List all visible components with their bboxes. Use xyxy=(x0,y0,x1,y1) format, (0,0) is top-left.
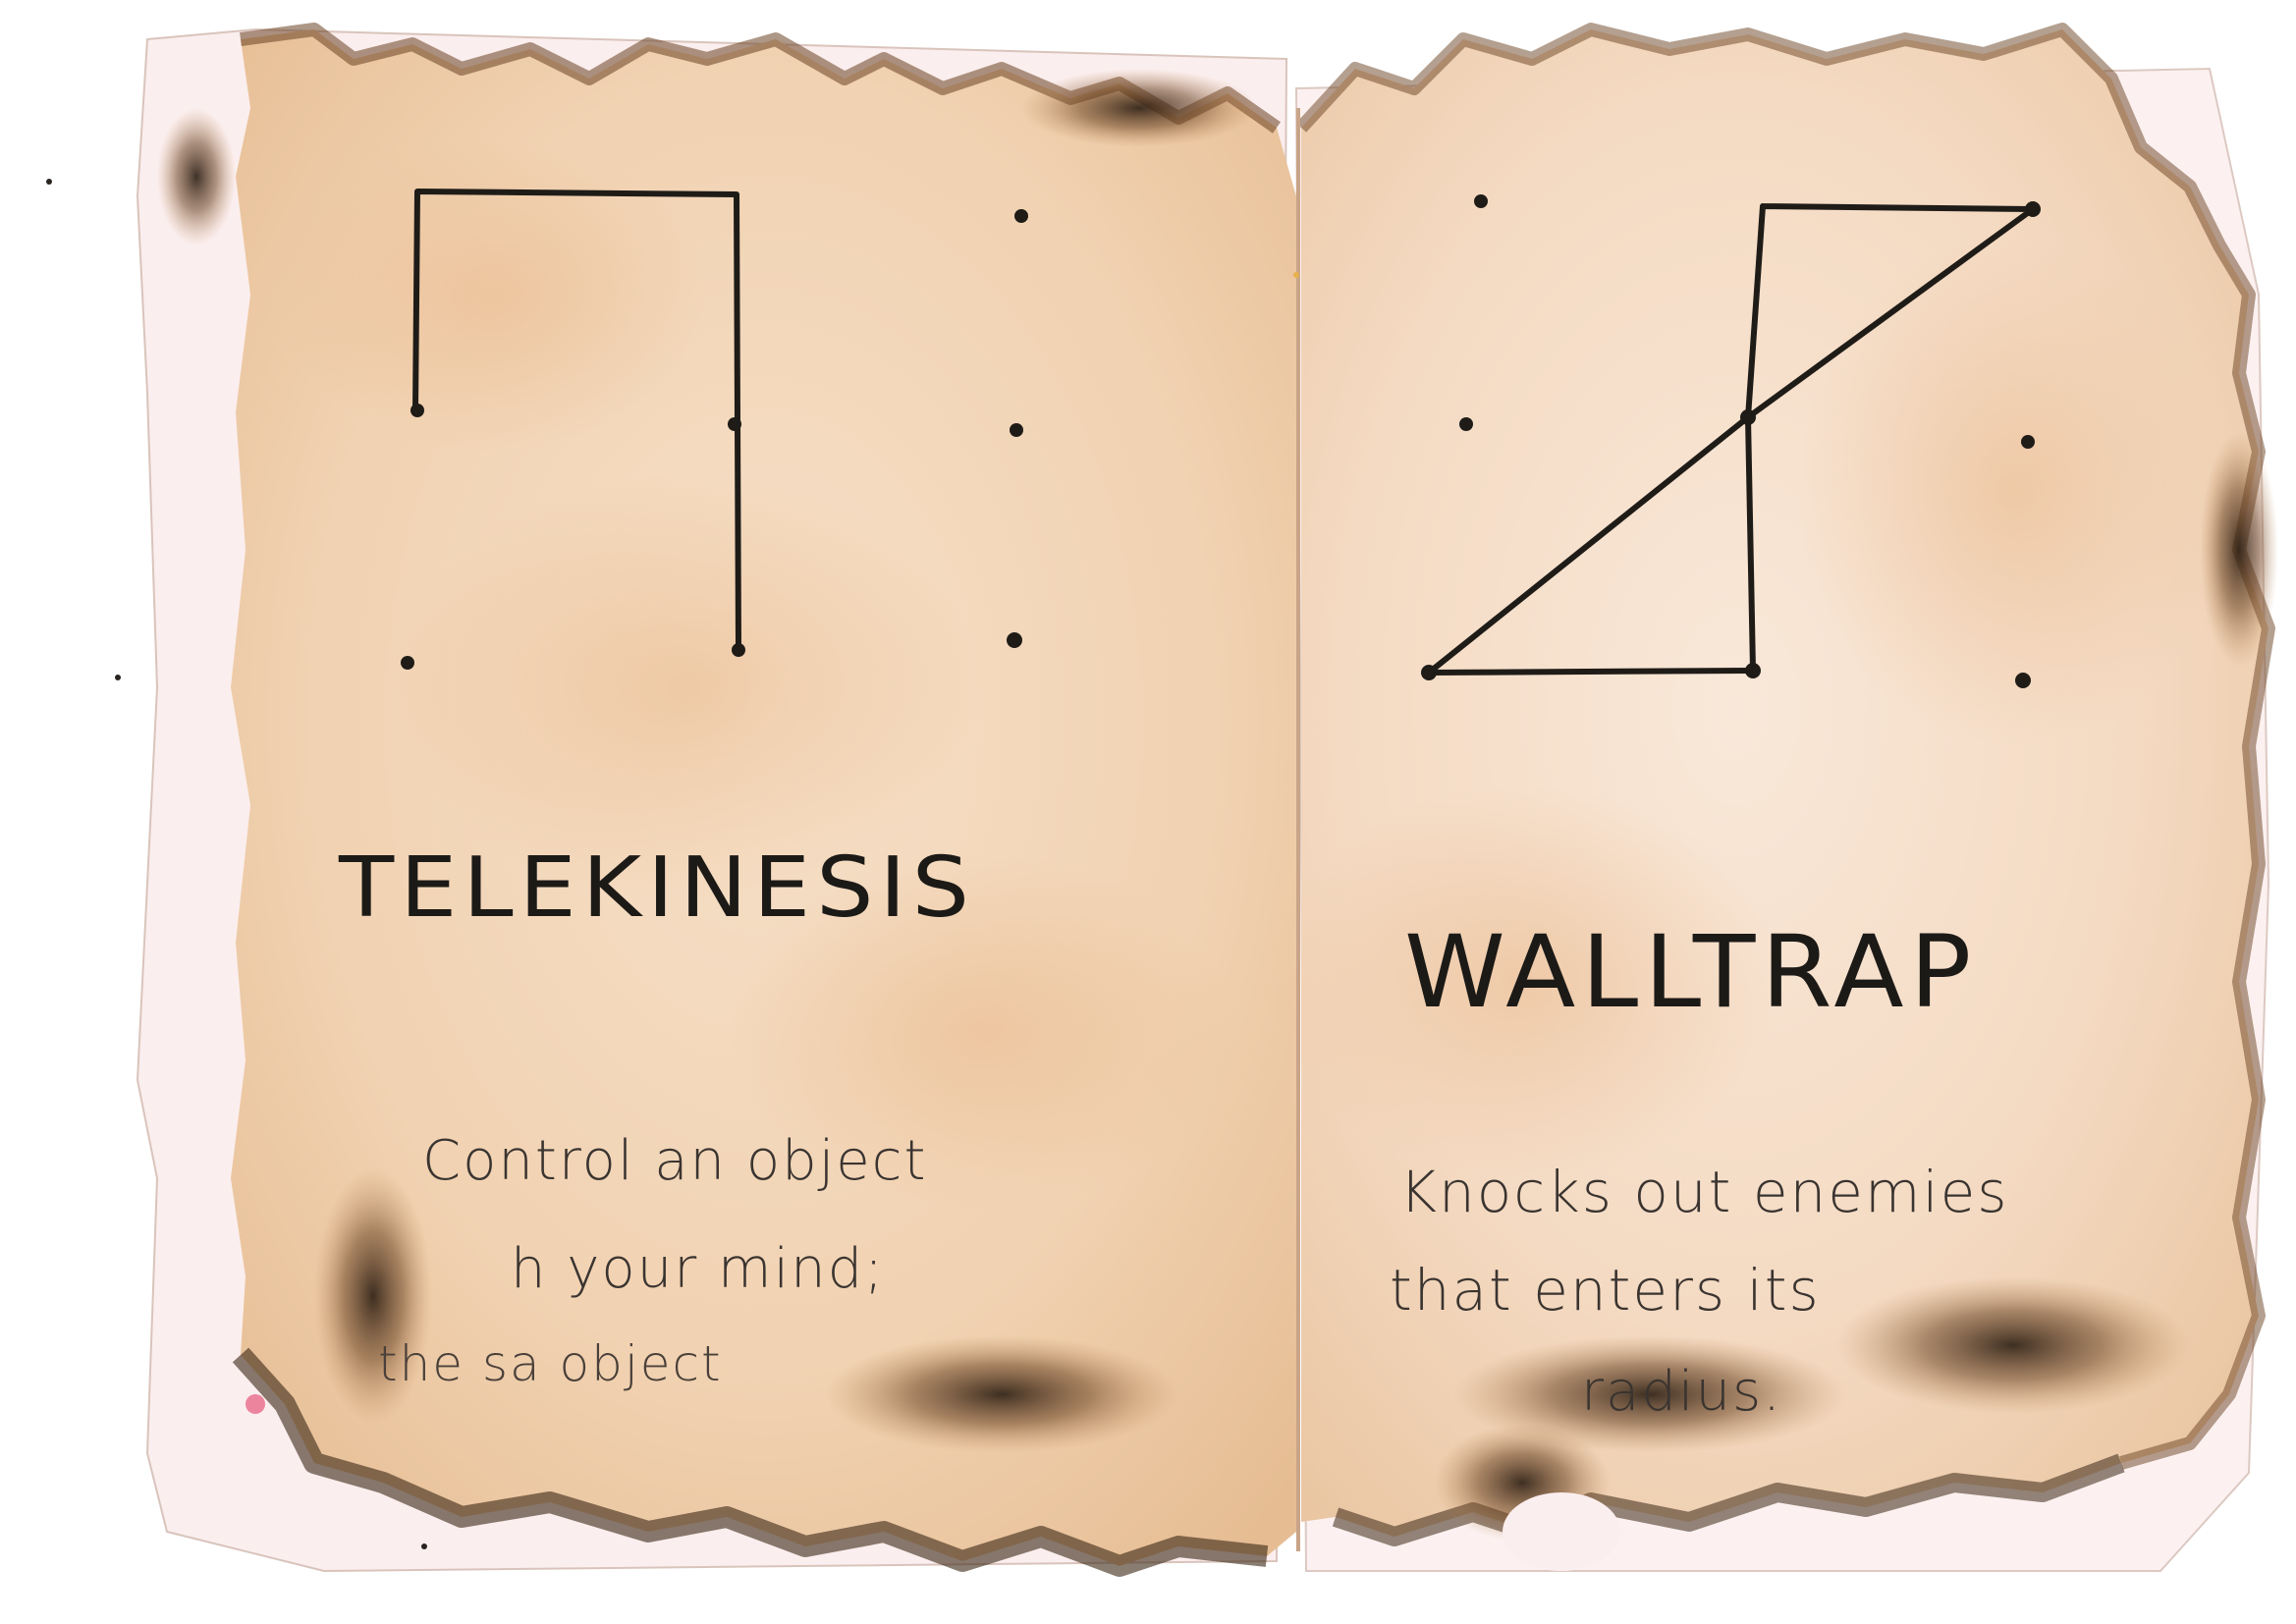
description-line: h your mind; xyxy=(511,1237,886,1301)
description-line: Knocks out enemies xyxy=(1399,1159,2009,1225)
document-scan xyxy=(46,23,2278,1577)
stain-blotch xyxy=(275,137,707,452)
stain-blotch xyxy=(393,471,982,903)
page-title-right: WALLTRAP xyxy=(1404,913,1978,1031)
description-line: Control an object xyxy=(422,1129,928,1193)
stain-blotch xyxy=(1797,236,2229,746)
description-line: radius. xyxy=(1581,1360,1782,1424)
description-line: the sa object xyxy=(378,1335,723,1392)
description-line: that enters its xyxy=(1390,1257,1821,1324)
page-title-left: TELEKINESIS xyxy=(339,839,976,937)
